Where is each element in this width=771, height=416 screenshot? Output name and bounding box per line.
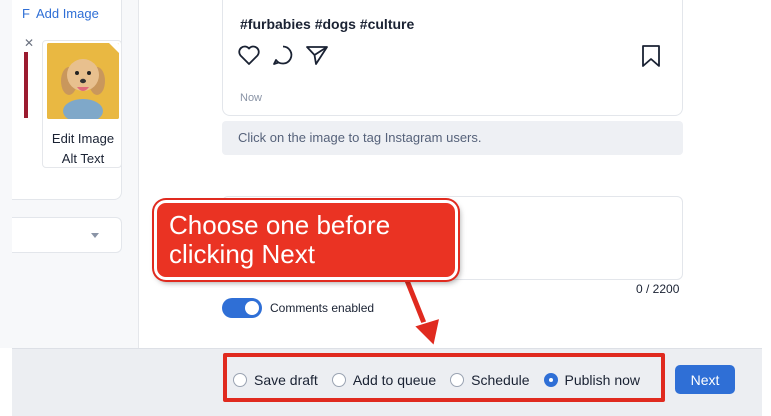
annotation-arrow <box>401 276 442 348</box>
comments-toggle-label: Comments enabled <box>270 301 375 315</box>
panel-divider <box>138 0 139 348</box>
comment-icon[interactable] <box>271 44 295 66</box>
share-icon[interactable] <box>305 44 329 66</box>
annotation-highlight-box <box>223 353 665 402</box>
dog-thumbnail[interactable] <box>47 43 119 119</box>
post-timestamp: Now <box>240 92 263 104</box>
bookmark-icon[interactable] <box>640 44 662 68</box>
add-image-link[interactable]: F Add Image <box>22 6 99 21</box>
edit-image-line1: Edit Image <box>51 131 115 146</box>
next-button[interactable]: Next <box>675 365 735 394</box>
image-card: F Add Image ✕ Edit Image Alt Text <box>12 0 122 200</box>
tag-users-hint[interactable]: Click on the image to tag Instagram user… <box>222 121 683 155</box>
heart-icon[interactable] <box>237 44 261 66</box>
callout-line1: Choose one before <box>169 210 391 240</box>
dog-image <box>47 43 119 119</box>
edit-image-line2: Alt Text <box>61 151 105 166</box>
comments-toggle[interactable] <box>222 298 262 318</box>
close-icon[interactable]: ✕ <box>24 36 34 50</box>
post-hashtags: #furbabies #dogs #culture <box>240 16 415 32</box>
add-image-prefix: F <box>22 6 30 21</box>
edit-image-alt-text[interactable]: Edit Image Alt Text <box>43 129 123 169</box>
thumbnail-corner <box>109 43 119 53</box>
left-panel: F Add Image ✕ Edit Image Alt Text <box>0 0 138 348</box>
chevron-down-icon <box>91 233 99 238</box>
instagram-post-preview: #furbabies #dogs #culture Now <box>222 0 683 116</box>
post-actions <box>237 44 329 66</box>
left-dropdown[interactable] <box>12 217 122 253</box>
add-image-label: Add Image <box>35 6 99 21</box>
thumbnail-card: Edit Image Alt Text <box>42 40 122 168</box>
toggle-knob <box>245 301 259 315</box>
callout-line2: clicking Next <box>169 239 315 269</box>
char-counter: 0 / 2200 <box>636 282 680 296</box>
annotation-callout: Choose one before clicking Next <box>154 200 458 280</box>
previous-thumbnail[interactable] <box>24 52 28 118</box>
